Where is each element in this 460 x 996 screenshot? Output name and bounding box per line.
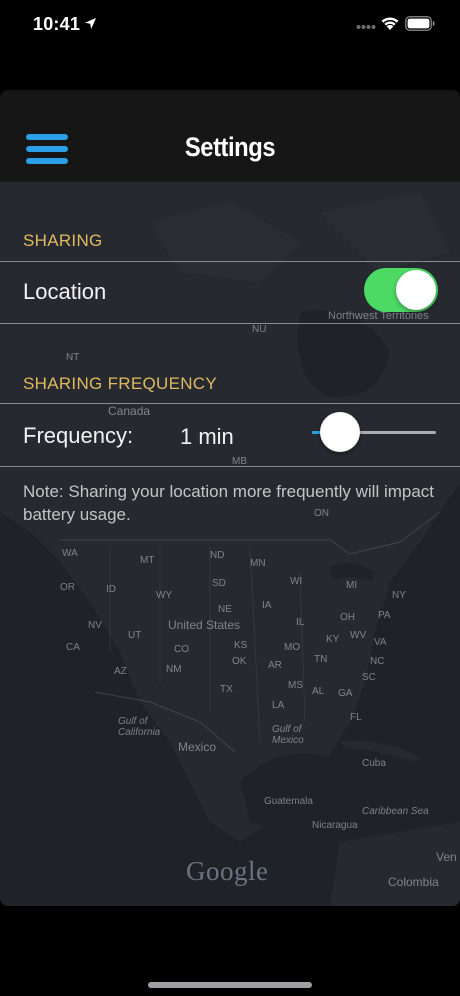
location-label: Location	[23, 279, 107, 304]
map-label: LA	[272, 700, 285, 711]
map-label: Gulf of California	[118, 716, 161, 738]
map-label: KS	[234, 640, 248, 651]
map-label: MS	[288, 680, 303, 691]
map-label: MN	[250, 558, 266, 569]
map-label: AZ	[114, 666, 127, 677]
map-label: MI	[346, 580, 358, 591]
toggle-knob	[396, 270, 436, 310]
slider-thumb[interactable]	[320, 412, 361, 452]
google-attribution-logo[interactable]: Google	[186, 856, 268, 887]
map-label: AR	[268, 660, 282, 671]
map-label: CA	[66, 642, 80, 653]
map-label: OR	[60, 582, 75, 593]
frequency-slider[interactable]	[312, 412, 436, 452]
map-label: WA	[62, 548, 78, 559]
frequency-value: 1 min	[180, 424, 234, 449]
map-label: MO	[284, 642, 301, 653]
divider	[0, 323, 460, 324]
map-label: MT	[140, 555, 155, 566]
map-label: Colombia	[388, 875, 439, 889]
map-label: AL	[312, 686, 325, 697]
map-label: ID	[106, 584, 116, 595]
divider	[0, 261, 460, 262]
map-label: Gulf of Mexico	[272, 724, 304, 746]
divider	[0, 403, 460, 404]
map-label: SC	[362, 672, 376, 683]
map-label: TX	[220, 684, 233, 695]
location-arrow-icon	[85, 18, 96, 29]
map-label: Guatemala	[264, 796, 313, 807]
map-label: OK	[232, 656, 247, 667]
map-label: SD	[212, 578, 226, 589]
section-header-sharing-frequency: SHARING FREQUENCY	[23, 374, 218, 393]
map-label: VA	[374, 637, 387, 648]
map-label: WV	[350, 630, 367, 641]
map-label: GA	[338, 688, 353, 699]
section-header-sharing: SHARING	[23, 231, 103, 250]
map-label: CO	[174, 644, 189, 655]
map-label: Cuba	[362, 758, 386, 769]
map-label: TN	[314, 654, 328, 665]
map-label: ND	[210, 550, 225, 561]
app-window: Settings Northwest Territories NU NT Can…	[0, 90, 460, 906]
map-label: NU	[252, 324, 267, 335]
map-label: IA	[262, 600, 272, 611]
map-label: NV	[88, 620, 102, 631]
map-label: Canada	[108, 404, 151, 418]
map-label: NC	[370, 656, 385, 667]
map-label: Nicaragua	[312, 820, 358, 831]
battery-icon	[405, 16, 435, 31]
map-label: FL	[350, 712, 362, 723]
map-label: Ven	[436, 850, 457, 864]
map-label: OH	[340, 612, 355, 623]
frequency-label: Frequency:	[23, 423, 134, 448]
battery-note: Note: Sharing your location more frequen…	[23, 482, 435, 524]
page-title: Settings	[184, 132, 276, 162]
map-label: IL	[296, 617, 305, 628]
status-bar: 10:41	[0, 0, 460, 52]
map-label: NE	[218, 604, 232, 615]
map-label: WI	[290, 576, 303, 587]
navigation-bar: Settings	[0, 90, 460, 182]
map-label: NY	[392, 590, 406, 601]
map-label: Caribbean Sea	[362, 806, 429, 817]
map-label: WY	[156, 590, 173, 601]
map-label: Mexico	[178, 740, 217, 754]
map-label: United States	[168, 618, 241, 632]
map-label: UT	[128, 630, 142, 641]
cellular-signal-icon	[356, 25, 376, 29]
location-toggle[interactable]	[364, 268, 438, 312]
map-label: NM	[166, 664, 182, 675]
map-label: PA	[378, 610, 391, 621]
wifi-icon	[381, 17, 399, 30]
home-indicator[interactable]	[148, 982, 312, 988]
map-label: KY	[326, 634, 340, 645]
map-label: NT	[66, 352, 80, 363]
divider	[0, 466, 460, 467]
status-time: 10:41	[33, 14, 81, 34]
